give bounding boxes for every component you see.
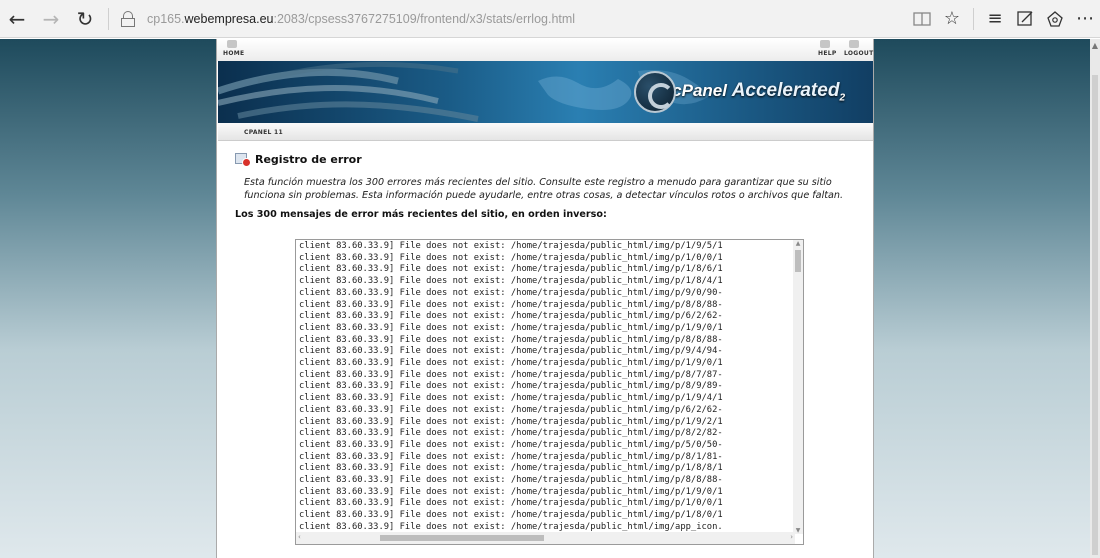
scroll-up-icon[interactable]: ▲ xyxy=(794,240,802,247)
refresh-icon: ↻ xyxy=(76,6,94,31)
window-scrollbar[interactable]: ▲ xyxy=(1090,39,1100,558)
log-line: client 83.60.33.9] File does not exist: … xyxy=(299,276,723,287)
log-hscroll-thumb[interactable] xyxy=(380,535,544,541)
cpanel-logo: cPanel Accelerated2 xyxy=(634,71,845,113)
forward-button[interactable]: → xyxy=(34,0,68,38)
error-log-textarea[interactable]: client 83.60.33.9] File does not exist: … xyxy=(295,239,804,545)
refresh-button[interactable]: ↻ xyxy=(68,0,102,38)
reading-view-icon xyxy=(913,11,931,26)
section-header: Registro de error xyxy=(235,151,362,167)
back-button[interactable]: ← xyxy=(0,0,34,38)
home-icon[interactable] xyxy=(227,40,237,48)
help-icon[interactable] xyxy=(820,40,830,48)
favorite-button[interactable]: ☆ xyxy=(937,0,967,38)
scroll-right-icon[interactable]: › xyxy=(790,533,793,541)
cpanel-banner: cPanel Accelerated2 xyxy=(218,61,873,123)
cpanel-logo-icon xyxy=(634,71,677,113)
log-line: client 83.60.33.9] File does not exist: … xyxy=(299,498,723,509)
hub-button[interactable]: ≡ xyxy=(980,0,1010,38)
logout-link[interactable]: LOGOUT xyxy=(844,50,874,57)
error-log-icon xyxy=(235,151,251,167)
cpanel-version-link[interactable]: CPANEL 11 xyxy=(244,129,283,136)
scroll-down-icon[interactable]: ▼ xyxy=(794,527,802,534)
web-note-icon xyxy=(1017,10,1033,26)
hub-icon: ≡ xyxy=(987,8,1003,29)
toolbar-divider xyxy=(973,7,974,30)
home-link[interactable]: HOME xyxy=(223,50,244,57)
log-line: client 83.60.33.9] File does not exist: … xyxy=(299,358,723,369)
browser-toolbar: ← → ↻ cp165.webempresa.eu:2083/cpsess376… xyxy=(0,0,1100,38)
reading-view-button[interactable] xyxy=(907,0,937,38)
log-subheading: Los 300 mensajes de error más recientes … xyxy=(235,209,607,220)
error-log-content: client 83.60.33.9] File does not exist: … xyxy=(299,241,791,534)
log-line: client 83.60.33.9] File does not exist: … xyxy=(299,428,723,439)
log-line: client 83.60.33.9] File does not exist: … xyxy=(299,486,723,497)
page-title: Registro de error xyxy=(255,152,362,166)
cpanel-sub-nav: CPANEL 11 xyxy=(218,123,873,141)
scroll-left-icon[interactable]: ‹ xyxy=(298,533,301,541)
url-domain: webempresa.eu xyxy=(184,11,274,26)
address-bar[interactable]: cp165.webempresa.eu:2083/cpsess376727510… xyxy=(115,0,907,38)
network-cables-image xyxy=(218,61,479,122)
cpanel-page: HOME HELP LOGOUT cPanel Accelerated2 CPA… xyxy=(216,39,874,558)
log-line: client 83.60.33.9] File does not exist: … xyxy=(299,264,723,275)
log-vertical-scrollbar[interactable]: ▲ ▼ xyxy=(793,240,803,534)
log-horizontal-scrollbar[interactable]: ‹ › xyxy=(296,532,795,544)
log-line: client 83.60.33.9] File does not exist: … xyxy=(299,463,723,474)
log-line: client 83.60.33.9] File does not exist: … xyxy=(299,416,723,427)
log-line: client 83.60.33.9] File does not exist: … xyxy=(299,510,723,521)
cpanel-brand-text: cPanel Accelerated2 xyxy=(672,80,845,104)
log-line: client 83.60.33.9] File does not exist: … xyxy=(299,369,723,380)
url-path: :2083/cpsess3767275109/frontend/x3/stats… xyxy=(273,11,576,26)
log-line: client 83.60.33.9] File does not exist: … xyxy=(299,311,723,322)
log-line: client 83.60.33.9] File does not exist: … xyxy=(299,404,723,415)
more-icon: ⋯ xyxy=(1076,8,1094,29)
star-icon: ☆ xyxy=(943,8,961,29)
log-line: client 83.60.33.9] File does not exist: … xyxy=(299,334,723,345)
url-prefix: cp165. xyxy=(147,11,185,26)
log-line: client 83.60.33.9] File does not exist: … xyxy=(299,241,723,251)
more-button[interactable]: ⋯ xyxy=(1070,0,1100,38)
share-icon xyxy=(1047,10,1063,27)
back-arrow-icon: ← xyxy=(8,6,26,31)
log-line: client 83.60.33.9] File does not exist: … xyxy=(299,252,723,263)
log-line: client 83.60.33.9] File does not exist: … xyxy=(299,299,723,310)
log-line: client 83.60.33.9] File does not exist: … xyxy=(299,322,723,333)
help-link[interactable]: HELP xyxy=(818,50,837,57)
toolbar-divider xyxy=(108,7,109,30)
share-button[interactable] xyxy=(1040,0,1070,38)
forward-arrow-icon: → xyxy=(42,6,60,31)
log-line: client 83.60.33.9] File does not exist: … xyxy=(299,439,723,450)
scroll-up-icon[interactable]: ▲ xyxy=(1090,41,1100,51)
url-text[interactable]: cp165.webempresa.eu:2083/cpsess376727510… xyxy=(147,12,575,26)
log-line: client 83.60.33.9] File does not exist: … xyxy=(299,451,723,462)
page-description: Esta función muestra los 300 errores más… xyxy=(244,177,844,201)
log-vscroll-thumb[interactable] xyxy=(795,250,801,272)
log-line: client 83.60.33.9] File does not exist: … xyxy=(299,381,723,392)
logout-icon[interactable] xyxy=(849,40,859,48)
web-note-button[interactable] xyxy=(1010,0,1040,38)
lock-icon xyxy=(121,10,135,27)
log-line: client 83.60.33.9] File does not exist: … xyxy=(299,346,723,357)
log-line: client 83.60.33.9] File does not exist: … xyxy=(299,475,723,486)
log-line: client 83.60.33.9] File does not exist: … xyxy=(299,287,723,298)
cpanel-top-nav: HOME HELP LOGOUT xyxy=(217,39,873,61)
window-scroll-thumb[interactable] xyxy=(1092,75,1098,555)
log-line: client 83.60.33.9] File does not exist: … xyxy=(299,393,723,404)
